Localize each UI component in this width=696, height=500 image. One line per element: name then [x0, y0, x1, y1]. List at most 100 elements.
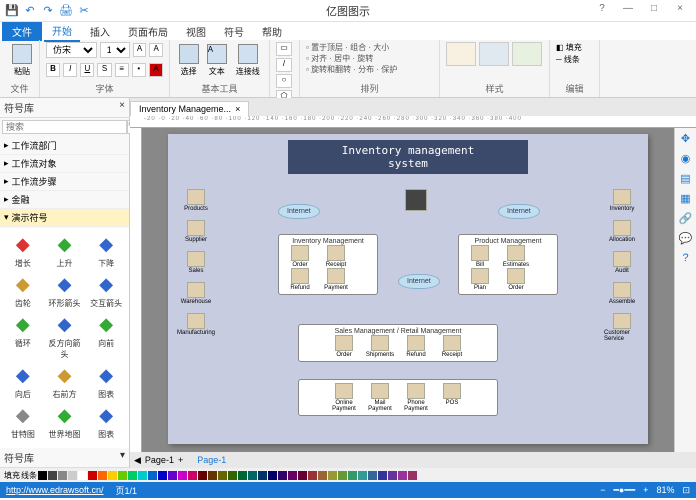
color-swatch[interactable] [388, 471, 397, 480]
font-size-select[interactable]: 10 [100, 42, 130, 58]
print-icon[interactable]: 🖨 [58, 3, 74, 19]
close-button[interactable]: × [670, 3, 690, 19]
tool-pan-icon[interactable]: ✥ [678, 132, 694, 148]
diagram-item[interactable]: Manufacturing [178, 313, 214, 336]
page-add-icon[interactable]: + [178, 455, 183, 465]
status-url[interactable]: http://www.edrawsoft.cn/ [6, 485, 104, 495]
italic-button[interactable]: I [63, 63, 77, 77]
tool-theme-icon[interactable]: ◉ [678, 152, 694, 168]
symbol-cell[interactable]: ◆向前 [86, 311, 126, 360]
minimize-button[interactable]: — [618, 3, 638, 19]
color-swatch[interactable] [48, 471, 57, 480]
style-preset-2[interactable] [479, 42, 509, 66]
bold-button[interactable]: B [46, 63, 60, 77]
font-name-select[interactable]: 仿宋 [46, 42, 97, 58]
color-swatch[interactable] [228, 471, 237, 480]
diagram-item[interactable]: Customer Service [604, 313, 640, 342]
cloud-node[interactable]: Internet [398, 274, 440, 289]
diagram-item[interactable]: POS [434, 383, 470, 406]
menu-help[interactable]: 帮助 [254, 22, 290, 41]
color-swatch[interactable] [98, 471, 107, 480]
tool-helptip-icon[interactable]: ? [678, 252, 694, 268]
arrange-rotate[interactable]: ▫ 旋转和翻转 · 分布 · 保护 [306, 64, 433, 75]
diagram-item[interactable]: Order [498, 268, 534, 291]
color-swatch[interactable] [78, 471, 87, 480]
symbol-cell[interactable]: ◆增长 [3, 231, 43, 269]
color-swatch[interactable] [128, 471, 137, 480]
menu-layout[interactable]: 页面布局 [120, 22, 176, 41]
symbol-cell[interactable]: ◆下降 [86, 231, 126, 269]
diagram-item[interactable]: Refund [398, 335, 434, 358]
diagram-item[interactable]: Receipt [434, 335, 470, 358]
category-item[interactable]: ▸ 金融 [0, 191, 129, 209]
sidebar-footer[interactable]: 符号库▾ [0, 448, 129, 468]
color-swatch[interactable] [88, 471, 97, 480]
font-color-button[interactable]: A [149, 63, 163, 77]
diagram-item[interactable]: Warehouse [178, 282, 214, 305]
cloud-node[interactable]: Internet [498, 204, 540, 219]
color-swatch[interactable] [138, 471, 147, 480]
color-swatch[interactable] [298, 471, 307, 480]
document-tab[interactable]: Inventory Manageme...× [130, 101, 249, 116]
page-prev-icon[interactable]: ◀ [134, 455, 141, 466]
diagram-item[interactable]: Allocation [604, 220, 640, 243]
color-swatch[interactable] [248, 471, 257, 480]
color-swatch[interactable] [218, 471, 227, 480]
color-swatch[interactable] [178, 471, 187, 480]
color-swatch[interactable] [268, 471, 277, 480]
color-swatch[interactable] [288, 471, 297, 480]
color-swatch[interactable] [158, 471, 167, 480]
diagram-item[interactable]: Payment [318, 268, 354, 291]
diagram-item[interactable]: Assemble [604, 282, 640, 305]
page-tab[interactable]: Page-1 [145, 455, 174, 465]
symbol-cell[interactable]: ◆右前方 [45, 362, 85, 400]
color-swatch[interactable] [58, 471, 67, 480]
maximize-button[interactable]: □ [644, 3, 664, 19]
paste-button[interactable]: 粘贴 [6, 42, 38, 78]
diagram-item[interactable]: Shipments [362, 335, 398, 358]
diagram-item[interactable]: Audit [604, 251, 640, 274]
symbol-cell[interactable]: ◆上升 [45, 231, 85, 269]
zoom-in-button[interactable]: + [643, 485, 648, 495]
category-item[interactable]: ▾ 演示符号 [0, 209, 129, 227]
diagram-item[interactable]: Mail Payment [362, 383, 398, 412]
zoom-out-button[interactable]: − [600, 485, 605, 495]
menu-view[interactable]: 视图 [178, 22, 214, 41]
category-item[interactable]: ▸ 工作流对象 [0, 155, 129, 173]
diagram-item[interactable]: Inventory [604, 189, 640, 212]
connector-tool[interactable]: 连接线 [232, 42, 263, 78]
payment-box[interactable]: Online PaymentMail PaymentPhone PaymentP… [298, 379, 498, 416]
category-item[interactable]: ▸ 工作流部门 [0, 137, 129, 155]
sidebar-close-icon[interactable]: × [119, 100, 125, 115]
symbol-cell[interactable]: ◆交互箭头 [86, 271, 126, 309]
diagram-item[interactable]: Estimates [498, 245, 534, 268]
shape-oval-button[interactable]: ○ [276, 74, 292, 88]
color-swatch[interactable] [358, 471, 367, 480]
symbol-cell[interactable]: ◆循环 [3, 311, 43, 360]
shape-rect-button[interactable]: ▭ [276, 42, 292, 56]
align-button[interactable]: ≡ [115, 63, 129, 77]
symbol-cell[interactable]: ◆图表 [86, 362, 126, 400]
menu-home[interactable]: 开始 [44, 21, 80, 42]
redo-icon[interactable]: ↷ [40, 3, 56, 19]
diagram-item[interactable]: Sales [178, 251, 214, 274]
server-node[interactable] [398, 189, 434, 211]
color-swatch[interactable] [338, 471, 347, 480]
font-grow-button[interactable]: A [133, 43, 147, 57]
color-swatch[interactable] [278, 471, 287, 480]
color-swatch[interactable] [408, 471, 417, 480]
symbol-cell[interactable]: ◆图表 [86, 402, 126, 440]
diagram-page[interactable]: Inventory management system Internet Int… [168, 134, 648, 444]
strike-button[interactable]: S [97, 63, 111, 77]
fill-button[interactable]: ◧ 填充 [556, 42, 593, 54]
color-swatch[interactable] [368, 471, 377, 480]
color-swatch[interactable] [378, 471, 387, 480]
style-preset-3[interactable] [512, 42, 542, 66]
color-swatch[interactable] [308, 471, 317, 480]
diagram-item[interactable]: Supplier [178, 220, 214, 243]
color-swatch[interactable] [238, 471, 247, 480]
diagram-item[interactable]: Refund [282, 268, 318, 291]
tab-close-icon[interactable]: × [235, 104, 240, 114]
save-icon[interactable]: 💾 [4, 3, 20, 19]
cut-icon[interactable]: ✂ [76, 3, 92, 19]
